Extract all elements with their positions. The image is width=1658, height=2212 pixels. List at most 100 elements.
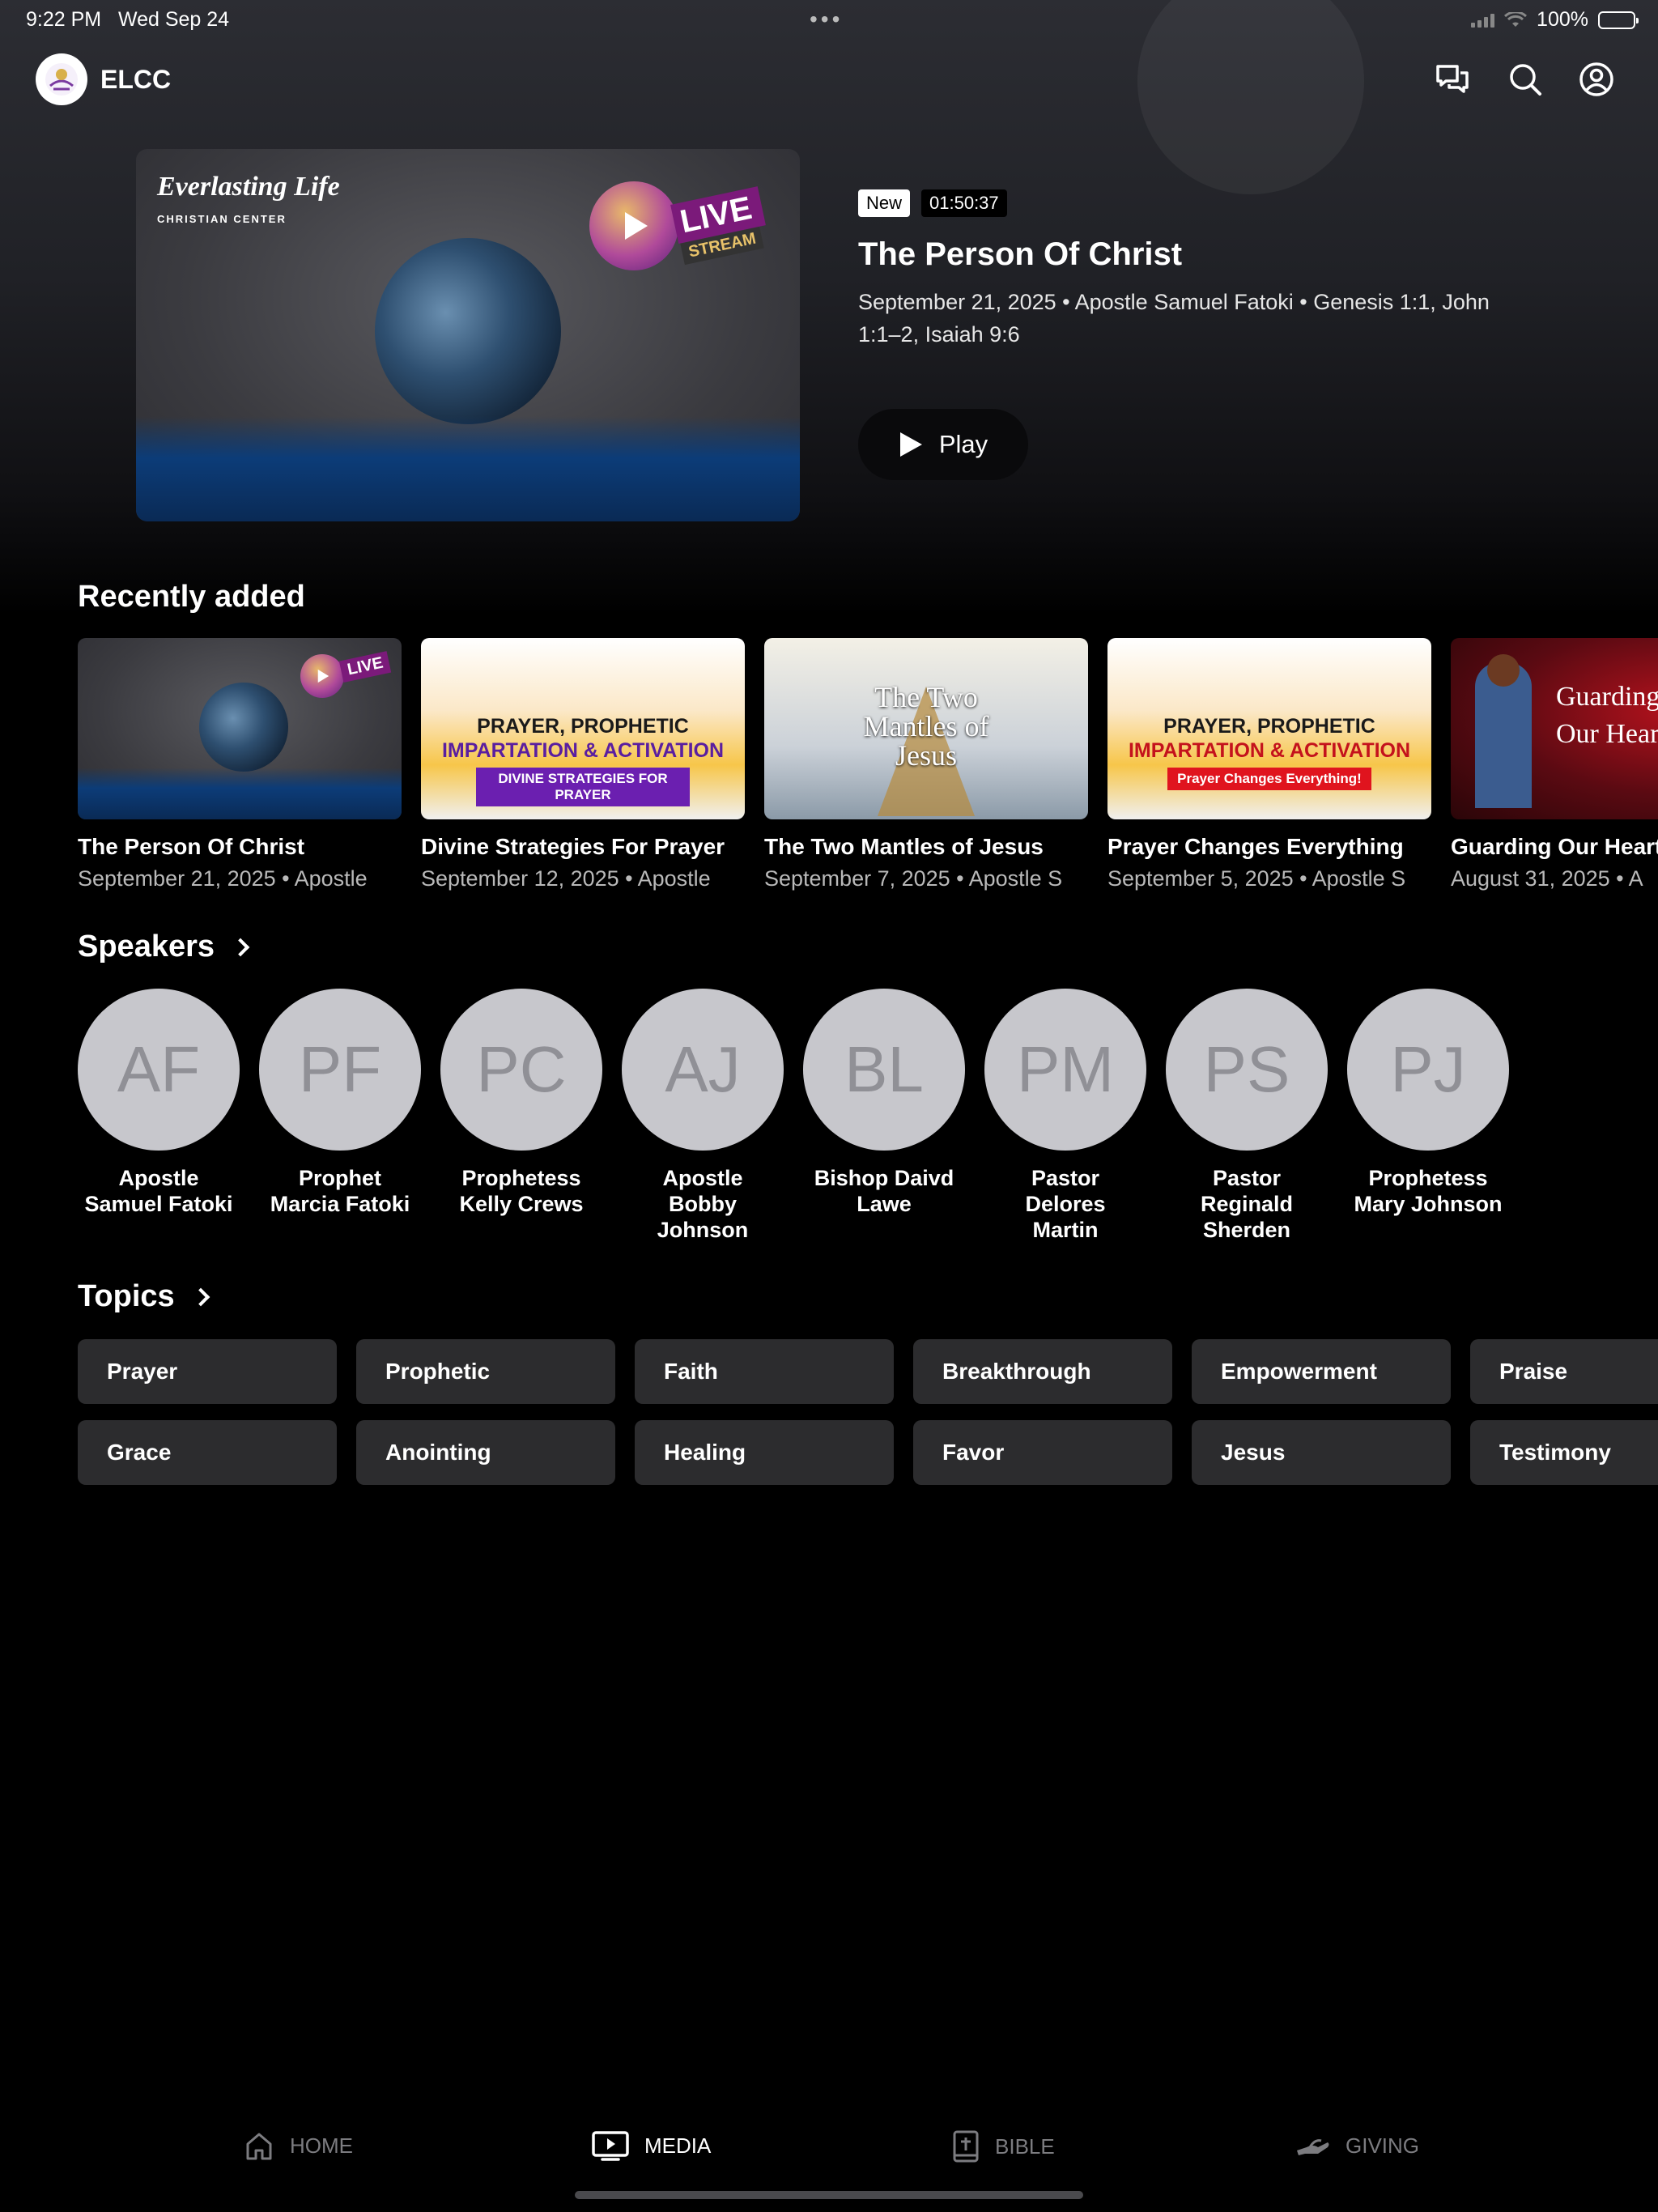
speakers-row: AF Apostle Samuel Fatoki PF Prophet Marc… — [78, 989, 1616, 1248]
search-icon[interactable] — [1506, 60, 1545, 99]
wifi-icon — [1504, 11, 1528, 27]
topic-chip[interactable]: Empowerment — [1192, 1339, 1451, 1404]
topic-chip[interactable]: Prophetic — [356, 1339, 615, 1404]
media-card[interactable]: PRAYER, PROPHETIC IMPARTATION & ACTIVATI… — [421, 638, 745, 891]
tab-home[interactable]: HOME — [243, 2129, 353, 2162]
speaker-name: Bishop Daivd Lawe — [814, 1166, 954, 1216]
media-thumbnail: PRAYER, PROPHETIC IMPARTATION & ACTIVATI… — [421, 638, 745, 819]
giving-icon — [1297, 2139, 1329, 2155]
media-title: Divine Strategies For Prayer — [421, 834, 725, 859]
speaker-item[interactable]: PS Pastor Reginald Sherden — [1166, 989, 1328, 1243]
tab-label: BIBLE — [995, 2133, 1055, 2159]
app-title: ELCC — [100, 65, 172, 94]
tab-label: MEDIA — [644, 2133, 712, 2158]
speaker-name: Pastor Reginald Sherden — [1200, 1166, 1293, 1242]
speaker-avatar: PF — [259, 989, 421, 1151]
topics-grid: Prayer Prophetic Faith Breakthrough Empo… — [78, 1339, 1658, 1485]
new-badge: New — [858, 189, 911, 217]
media-subtitle: September 5, 2025 • Apostle S — [1107, 866, 1406, 891]
home-icon — [246, 2133, 272, 2160]
thumb-logo: Everlasting Life CHRISTIAN CENTER — [157, 172, 340, 226]
logo-emblem-icon — [45, 63, 78, 96]
play-icon — [899, 432, 922, 457]
globe-image — [375, 238, 561, 424]
topic-chip[interactable]: Breakthrough — [913, 1339, 1172, 1404]
media-title: Prayer Changes Everything — [1107, 834, 1404, 859]
media-thumbnail: Guarding Our Hearts — [1451, 638, 1658, 819]
speaker-name: Prophetess Kelly Crews — [459, 1166, 584, 1216]
home-indicator — [575, 2191, 1083, 2199]
featured-meta: September 21, 2025 • Apostle Samuel Fato… — [858, 290, 1490, 347]
bible-icon — [953, 2130, 979, 2163]
media-card[interactable]: LIVE The Person Of Christ September 21, … — [78, 638, 402, 891]
featured-thumbnail[interactable]: Everlasting Life CHRISTIAN CENTER LIVE S… — [136, 149, 800, 521]
media-card[interactable]: The Two Mantles of Jesus The Two Mantles… — [764, 638, 1088, 891]
play-label: Play — [938, 430, 988, 458]
featured-info: New 01:50:37 The Person Of Christ Septem… — [858, 189, 1522, 351]
topic-chip[interactable]: Prayer — [78, 1339, 337, 1404]
play-button[interactable]: Play — [858, 409, 1028, 480]
topic-chip[interactable]: Healing — [635, 1420, 894, 1485]
topic-chip[interactable]: Praise — [1470, 1339, 1658, 1404]
topic-chip[interactable]: Grace — [78, 1420, 337, 1485]
app-header: ELCC — [0, 50, 1658, 108]
chat-icon[interactable] — [1433, 60, 1472, 99]
chevron-right-icon — [231, 938, 250, 956]
speaker-item[interactable]: PM Pastor Delores Martin — [984, 989, 1146, 1243]
grid-floor — [136, 416, 800, 521]
speaker-item[interactable]: AJ Apostle Bobby Johnson — [622, 989, 784, 1243]
speaker-avatar: AF — [78, 989, 240, 1151]
tab-media[interactable]: MEDIA — [591, 2129, 711, 2162]
media-title: The Person Of Christ — [78, 834, 305, 859]
topic-chip[interactable]: Anointing — [356, 1420, 615, 1485]
media-card[interactable]: Guarding Our Hearts Guarding Our Hearts … — [1451, 638, 1658, 891]
battery-percent: 100% — [1537, 8, 1588, 31]
media-thumbnail: The Two Mantles of Jesus — [764, 638, 1088, 819]
account-icon[interactable] — [1577, 60, 1616, 99]
media-subtitle: September 21, 2025 • Apostle — [78, 866, 368, 891]
media-icon — [592, 2131, 629, 2161]
tab-giving[interactable]: GIVING — [1295, 2129, 1419, 2162]
media-subtitle: August 31, 2025 • A — [1451, 866, 1643, 891]
live-stream-badge: LIVE STREAM — [589, 181, 767, 270]
tab-bible[interactable]: BIBLE — [951, 2129, 1055, 2163]
speaker-name: Prophetess Mary Johnson — [1354, 1166, 1503, 1216]
speaker-avatar: PC — [440, 989, 602, 1151]
speaker-avatar: PM — [984, 989, 1146, 1151]
chevron-right-icon — [191, 1287, 210, 1306]
duration-badge: 01:50:37 — [921, 189, 1007, 217]
multitask-dots[interactable]: ••• — [810, 6, 843, 32]
status-right: 100% — [1471, 8, 1639, 32]
recently-added-row: LIVE The Person Of Christ September 21, … — [78, 638, 1658, 897]
tab-label: HOME — [290, 2133, 353, 2158]
speaker-item[interactable]: BL Bishop Daivd Lawe — [803, 989, 965, 1217]
topic-chip[interactable]: Favor — [913, 1420, 1172, 1485]
signal-icon — [1471, 13, 1495, 28]
media-thumbnail: LIVE — [78, 638, 402, 819]
church-logo[interactable] — [36, 53, 87, 105]
speaker-item[interactable]: PJ Prophetess Mary Johnson — [1347, 989, 1509, 1217]
media-card[interactable]: PRAYER, PROPHETIC IMPARTATION & ACTIVATI… — [1107, 638, 1431, 891]
topics-heading[interactable]: Topics — [78, 1279, 210, 1314]
media-title: Guarding Our Hearts — [1451, 834, 1658, 859]
speaker-name: Apostle Bobby Johnson — [657, 1166, 749, 1242]
speaker-item[interactable]: AF Apostle Samuel Fatoki — [78, 989, 240, 1217]
speaker-name: Apostle Samuel Fatoki — [84, 1166, 233, 1216]
status-bar: 9:22 PM Wed Sep 24 ••• 100% — [0, 0, 1658, 39]
battery-icon — [1598, 11, 1639, 29]
speaker-item[interactable]: PC Prophetess Kelly Crews — [440, 989, 602, 1217]
speaker-name: Prophet Marcia Fatoki — [270, 1166, 410, 1216]
media-title: The Two Mantles of Jesus — [764, 834, 1044, 859]
tab-label: GIVING — [1346, 2133, 1420, 2158]
media-subtitle: September 7, 2025 • Apostle S — [764, 866, 1063, 891]
media-subtitle: September 12, 2025 • Apostle — [421, 866, 711, 891]
speakers-heading[interactable]: Speakers — [78, 929, 250, 964]
media-thumbnail: PRAYER, PROPHETIC IMPARTATION & ACTIVATI… — [1107, 638, 1431, 819]
status-time: 9:22 PM Wed Sep 24 — [26, 8, 230, 31]
topic-chip[interactable]: Faith — [635, 1339, 894, 1404]
speaker-name: Pastor Delores Martin — [1025, 1166, 1106, 1242]
speaker-item[interactable]: PF Prophet Marcia Fatoki — [259, 989, 421, 1217]
topic-chip[interactable]: Testimony — [1470, 1420, 1658, 1485]
topic-chip[interactable]: Jesus — [1192, 1420, 1451, 1485]
tab-bar: HOME MEDIA BIBLE GIVING — [0, 2105, 1658, 2194]
